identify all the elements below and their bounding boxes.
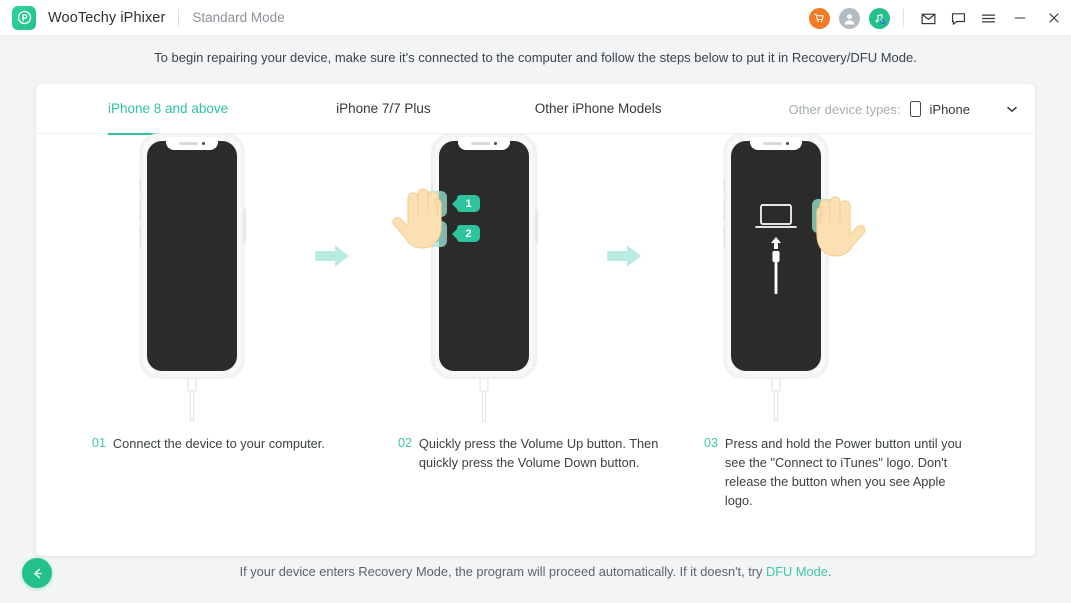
volume-down-button [722,226,726,247]
close-button[interactable] [1037,0,1071,36]
volume-up-button [722,199,726,220]
tab-bar: iPhone 8 and above iPhone 7/7 Plus Other… [36,84,1035,135]
device-type-label: Other device types: [788,101,901,117]
step-caption-3: 03 Press and hold the Power button until… [704,434,966,510]
tab-iphone-7-7-plus[interactable]: iPhone 7/7 Plus [336,84,431,134]
mute-switch [138,181,142,192]
phone-notch [458,137,510,150]
minimize-button[interactable] [1003,0,1037,36]
step-number-1: 01 [92,436,106,450]
step-text-1: Connect the device to your computer. [112,436,325,451]
account-icon[interactable] [834,3,864,33]
content-card: iPhone 8 and above iPhone 7/7 Plus Other… [36,84,1035,556]
tab-other-iphone-models[interactable]: Other iPhone Models [535,84,662,134]
titlebar-separator [903,9,904,27]
cart-icon[interactable] [804,3,834,33]
front-camera [201,141,206,146]
lightning-cable-2 [474,377,494,427]
app-title: WooTechy iPhixer [48,9,166,26]
flow-arrow-1 [313,242,351,275]
volume-down-button [138,226,142,247]
flow-arrow-2 [605,242,643,275]
illustration-step-1 [138,134,246,422]
lightning-cable-3 [766,377,786,427]
phone-screen-3 [731,141,821,371]
illustration-step-2: 1 2 [392,134,538,422]
footer-bar: If your device enters Recovery Mode, the… [0,556,1071,603]
phone-screen-2 [439,141,529,371]
step-caption-2: 02 Quickly press the Volume Up button. T… [398,434,666,472]
title-divider [178,9,180,26]
step-text-3: Press and hold the Power button until yo… [724,436,962,508]
phone-notch [166,137,218,150]
step-badge-1: 1 [457,195,480,212]
phone-notch [750,137,802,150]
mail-icon[interactable] [913,3,943,33]
front-camera [493,141,498,146]
instruction-text: To begin repairing your device, make sur… [154,50,917,65]
feedback-icon[interactable] [943,3,973,33]
power-button [534,209,538,243]
titlebar-actions [804,0,1071,36]
phone-icon [909,101,921,117]
hand-pressing-volume-icon [385,185,445,280]
earpiece-speaker [762,142,782,145]
phone-mockup-3 [722,134,866,378]
step-caption-1: 01 Connect the device to your computer. [92,434,362,453]
app-logo-icon [12,5,36,30]
power-button [242,209,246,243]
step-text-2: Quickly press the Volume Up button. Then… [418,436,659,470]
footer-hint: If your device enters Recovery Mode, the… [0,564,1071,579]
earpiece-speaker [470,142,490,145]
title-bar: WooTechy iPhixer Standard Mode [0,0,1071,36]
lightning-cable-1 [182,377,202,427]
device-type-value: iPhone [929,101,970,117]
step-number-3: 03 [704,436,718,450]
connect-to-itunes-screen [731,203,821,295]
tab-iphone-8-and-above[interactable]: iPhone 8 and above [108,84,229,135]
device-type-selector[interactable]: Other device types: iPhone [789,84,1017,134]
step-badge-2: 2 [457,225,480,242]
mode-label: Standard Mode [192,10,285,25]
volume-up-button [138,199,142,220]
app-window: WooTechy iPhixer Standard Mode To begin … [0,0,1071,603]
phone-mockup-1 [138,134,246,378]
chevron-down-icon[interactable] [1007,100,1017,118]
hamburger-menu-icon[interactable] [973,3,1003,33]
footer-hint-suffix: . [827,564,832,579]
mute-switch [722,181,726,192]
phone-mockup-2: 1 2 [392,134,538,378]
illustration-row: 1 2 [36,134,1035,434]
step-number-2: 02 [398,436,412,450]
earpiece-speaker [178,142,198,145]
music-search-icon[interactable] [864,3,894,33]
dfu-mode-link[interactable]: DFU Mode [766,564,828,579]
phone-screen-1 [147,141,237,371]
hand-pressing-power-icon [815,195,873,286]
footer-hint-text: If your device enters Recovery Mode, the… [239,564,766,579]
illustration-step-3 [722,134,866,422]
front-camera [785,141,790,146]
